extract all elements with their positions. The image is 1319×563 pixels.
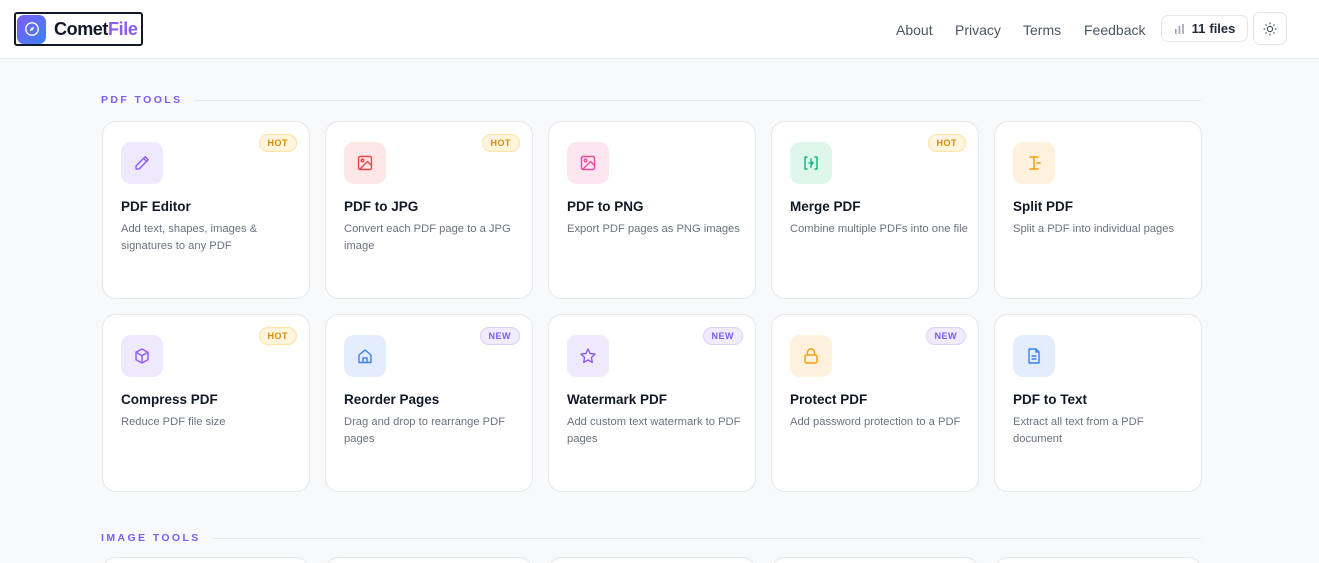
image-tools-grid [102,557,1202,563]
tool-description: Convert each PDF page to a JPG image [344,223,511,252]
lock-icon [790,335,832,377]
divider [212,537,1201,539]
tool-description: Split a PDF into individual pages [1013,223,1175,235]
star-icon [567,335,609,377]
app-name-part2: File [108,18,138,39]
new-badge: NEW [925,327,966,345]
tool-card-pdf-to-text[interactable]: PDF to Text Extract all text from a PDF … [994,314,1202,492]
tool-title: PDF to Text [1013,392,1087,407]
sun-icon [1263,22,1277,35]
nav-feedback[interactable]: Feedback [1084,22,1145,38]
tool-card[interactable] [548,557,756,563]
tool-card-watermark-pdf[interactable]: NEW Watermark PDF Add custom text waterm… [548,314,756,492]
hot-badge: HOT [258,134,297,152]
tool-title: PDF to JPG [344,199,419,214]
section-header-image-tools: IMAGE TOOLS [101,532,1201,544]
tool-description: Add text, shapes, images & signatures to… [121,223,258,252]
tool-title: PDF Editor [121,199,191,214]
files-label: files [1209,21,1236,36]
tool-description: Export PDF pages as PNG images [567,223,740,235]
compass-logo-icon [17,14,46,44]
divider [194,99,1201,101]
new-badge: NEW [702,327,743,345]
tool-title: PDF to PNG [567,199,644,214]
theme-toggle-button[interactable] [1253,12,1287,45]
files-count: 11 [1191,21,1206,36]
document-icon [1013,335,1055,377]
nav-terms[interactable]: Terms [1023,22,1061,38]
tool-title: Split PDF [1013,199,1073,214]
tool-description: Reduce PDF file size [121,416,226,428]
tool-card-compress-pdf[interactable]: HOT Compress PDF Reduce PDF file size [102,314,310,492]
section-header-pdf-tools: PDF TOOLS [101,94,1201,106]
tool-title: Merge PDF [790,199,861,214]
home-icon [344,335,386,377]
app-name: CometFile [54,18,138,40]
image-icon [344,142,386,184]
app-name-part1: Comet [54,18,109,39]
tool-card[interactable] [102,557,310,563]
tool-description: Extract all text from a PDF document [1013,416,1144,445]
tool-card-split-pdf[interactable]: Split PDF Split a PDF into individual pa… [994,121,1202,299]
hot-badge: HOT [481,134,520,152]
files-count-button[interactable]: 11 files [1161,15,1248,42]
new-badge: NEW [479,327,520,345]
image-icon [567,142,609,184]
logo[interactable]: CometFile [14,12,143,46]
top-bar: CometFile About Privacy Terms Feedback 1… [0,0,1319,59]
tool-card[interactable] [994,557,1202,563]
split-icon [1013,142,1055,184]
section-title: PDF TOOLS [101,94,183,106]
tool-description: Add password protection to a PDF [790,416,961,428]
tool-description: Combine multiple PDFs into one file [790,223,968,235]
hot-badge: HOT [258,327,297,345]
tool-title: Protect PDF [790,392,868,407]
tool-description: Drag and drop to rearrange PDF pages [344,416,506,445]
pencil-icon [121,142,163,184]
pdf-tools-grid: HOT PDF Editor Add text, shapes, images … [102,121,1202,492]
tool-card-protect-pdf[interactable]: NEW Protect PDF Add password protection … [771,314,979,492]
tool-card[interactable] [325,557,533,563]
tool-card-pdf-to-png[interactable]: PDF to PNG Export PDF pages as PNG image… [548,121,756,299]
section-title: IMAGE TOOLS [101,532,201,544]
tool-card-pdf-editor[interactable]: HOT PDF Editor Add text, shapes, images … [102,121,310,299]
tool-title: Watermark PDF [567,392,668,407]
tool-card-pdf-to-jpg[interactable]: HOT PDF to JPG Convert each PDF page to … [325,121,533,299]
nav-privacy[interactable]: Privacy [955,22,1001,38]
nav-about[interactable]: About [896,22,933,38]
box-icon [121,335,163,377]
bar-chart-icon [1174,23,1184,34]
merge-icon [790,142,832,184]
tool-description: Add custom text watermark to PDF pages [567,416,741,445]
tool-title: Reorder Pages [344,392,440,407]
tool-card[interactable] [771,557,979,563]
tool-card-merge-pdf[interactable]: HOT Merge PDF Combine multiple PDFs into… [771,121,979,299]
tool-title: Compress PDF [121,392,218,407]
hot-badge: HOT [927,134,966,152]
tool-card-reorder-pages[interactable]: NEW Reorder Pages Drag and drop to rearr… [325,314,533,492]
